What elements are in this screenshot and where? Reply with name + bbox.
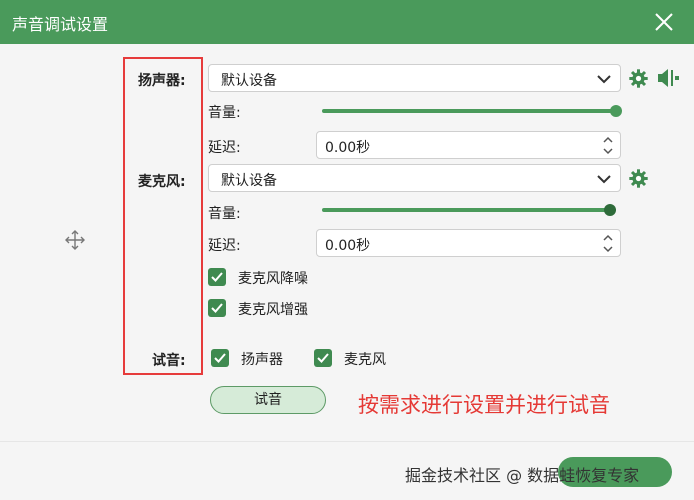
- test-mic-checkbox[interactable]: [314, 349, 332, 367]
- speaker-volume-icon[interactable]: [656, 67, 680, 89]
- speaker-volume-slider-track[interactable]: [322, 109, 616, 113]
- speaker-volume-slider-thumb[interactable]: [610, 105, 622, 117]
- mic-volume-slider-thumb[interactable]: [604, 204, 617, 216]
- speaker-delay-label: 延迟:: [208, 140, 241, 156]
- spin-down-icon[interactable]: [602, 244, 614, 254]
- speaker-device-value: 默认设备: [221, 73, 277, 89]
- spin-up-icon[interactable]: [602, 233, 614, 243]
- speaker-delay-spinbox[interactable]: 0.00秒: [316, 131, 621, 159]
- speaker-delay-value: 0.00秒: [325, 140, 371, 156]
- check-icon: [317, 353, 329, 363]
- mic-label: 麦克风:: [138, 174, 186, 190]
- test-mic-label: 麦克风: [344, 352, 386, 368]
- close-button[interactable]: [648, 6, 680, 38]
- annotation-text: 按需求进行设置并进行试音: [358, 393, 610, 417]
- speaker-volume-label: 音量:: [208, 105, 241, 121]
- title-bar: 声音调试设置: [0, 0, 694, 44]
- mic-device-value: 默认设备: [221, 173, 277, 189]
- mic-boost-label: 麦克风增强: [238, 302, 308, 318]
- speaker-settings-gear-icon[interactable]: [628, 68, 649, 89]
- noise-reduction-label: 麦克风降噪: [238, 271, 308, 287]
- mic-delay-spinbox[interactable]: 0.00秒: [316, 229, 621, 257]
- chevron-down-icon: [597, 75, 611, 84]
- mic-boost-checkbox[interactable]: [208, 299, 226, 317]
- test-speaker-checkbox[interactable]: [211, 349, 229, 367]
- mic-device-select[interactable]: 默认设备: [208, 164, 621, 192]
- window-title: 声音调试设置: [12, 15, 109, 34]
- watermark-text: 掘金技术社区 @ 数据蛙恢复专家: [405, 466, 640, 485]
- check-icon: [214, 353, 226, 363]
- mic-volume-label: 音量:: [208, 206, 241, 222]
- mic-delay-value: 0.00秒: [325, 238, 371, 254]
- check-icon: [211, 303, 223, 313]
- spin-up-icon[interactable]: [602, 135, 614, 145]
- move-cursor-icon: [65, 230, 85, 250]
- chevron-down-icon: [597, 175, 611, 184]
- mic-volume-slider-track[interactable]: [322, 208, 616, 212]
- spin-down-icon[interactable]: [602, 146, 614, 156]
- test-speaker-label: 扬声器: [241, 352, 283, 368]
- close-icon: [655, 13, 673, 31]
- speaker-label: 扬声器:: [138, 73, 186, 89]
- test-button[interactable]: 试音: [210, 386, 326, 414]
- check-icon: [211, 272, 223, 282]
- highlight-box: [123, 57, 203, 375]
- speaker-device-select[interactable]: 默认设备: [208, 64, 621, 92]
- test-label: 试音:: [152, 353, 186, 369]
- mic-delay-label: 延迟:: [208, 238, 241, 254]
- mic-settings-gear-icon[interactable]: [628, 168, 649, 189]
- noise-reduction-checkbox[interactable]: [208, 268, 226, 286]
